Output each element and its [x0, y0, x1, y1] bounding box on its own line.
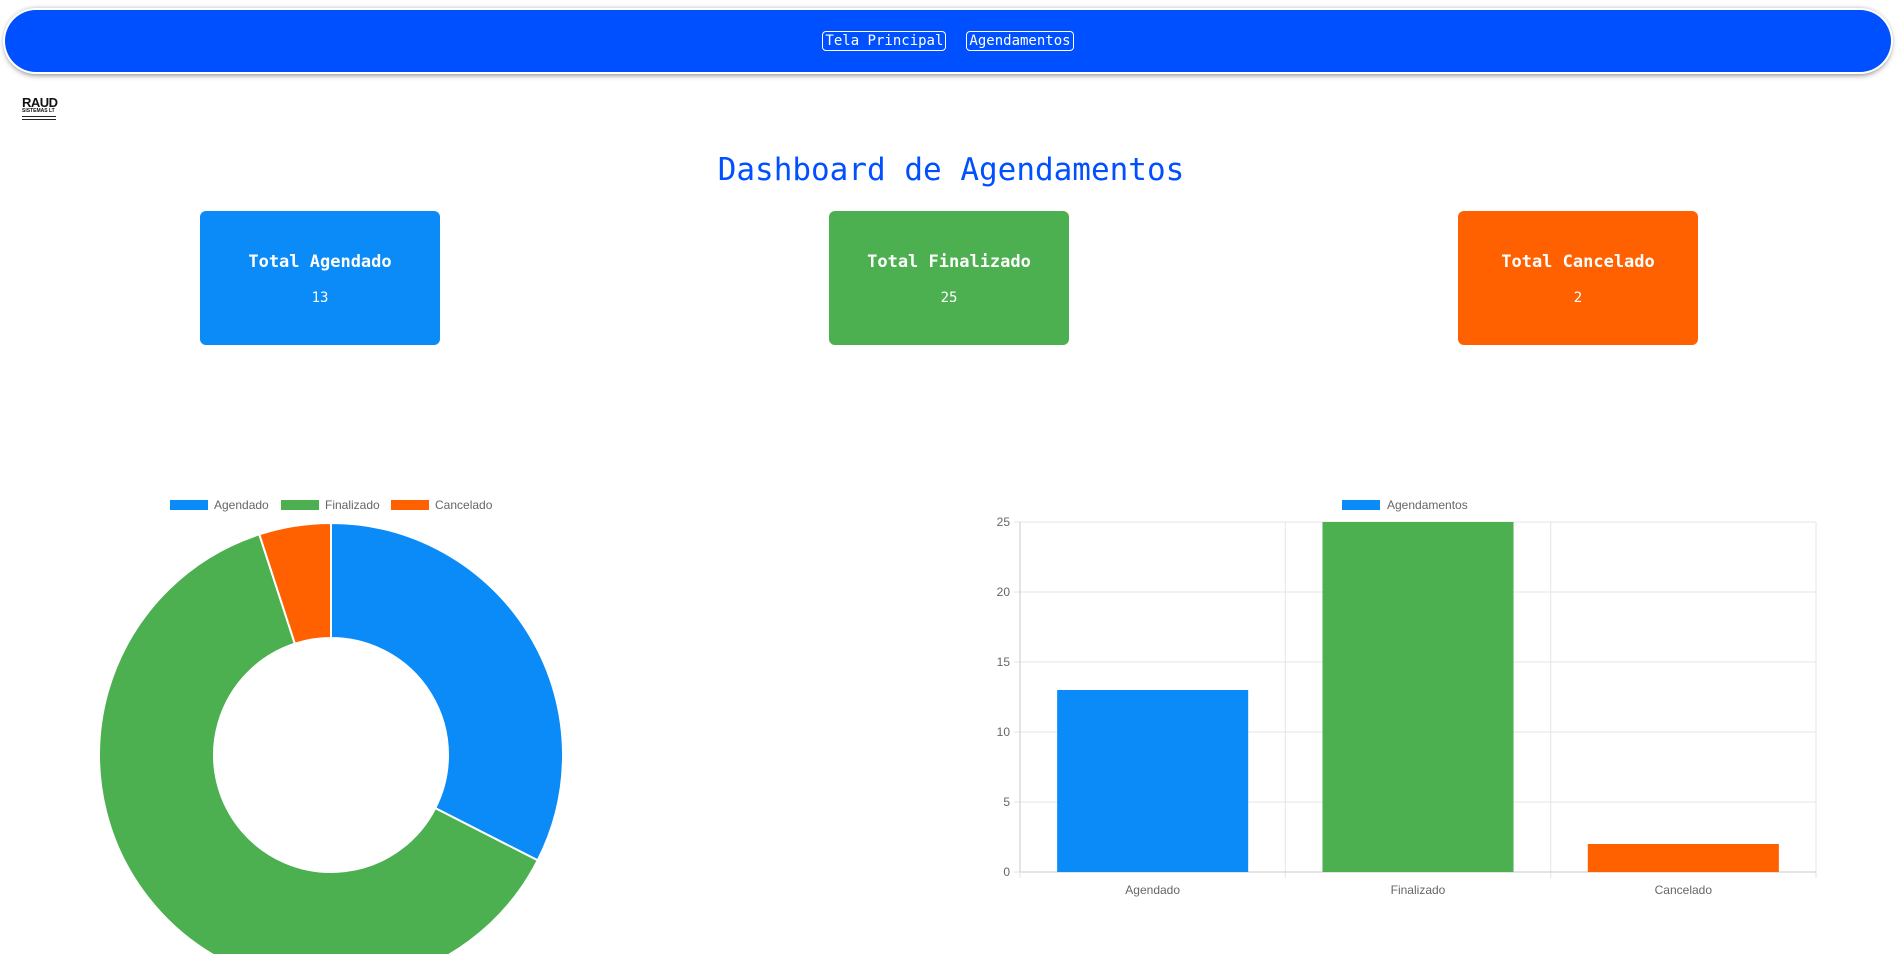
doughnut-slice-agendado[interactable] — [330, 521, 564, 862]
legend-label-finalizado: Finalizado — [325, 498, 380, 512]
bar-agendado[interactable] — [1057, 690, 1249, 872]
x-tick-label: Agendado — [1125, 883, 1180, 897]
legend-swatch-agendamentos[interactable] — [1342, 500, 1380, 510]
y-tick-label: 10 — [997, 725, 1011, 739]
y-tick-label: 0 — [1003, 865, 1010, 879]
legend-label-agendado: Agendado — [214, 498, 269, 512]
legend-swatch-finalizado[interactable] — [281, 500, 319, 510]
legend-label-agendamentos: Agendamentos — [1387, 498, 1468, 512]
charts-canvas: Agendado Finalizado Cancelado 0 5 10 15 20 25 Ag… — [98, 498, 1817, 954]
x-tick-label: Cancelado — [1655, 883, 1713, 897]
bar-cancelado[interactable] — [1587, 844, 1779, 872]
y-tick-label: 20 — [997, 585, 1011, 599]
doughnut-chart: Agendado Finalizado Cancelado — [98, 498, 564, 954]
y-tick-label: 25 — [997, 515, 1011, 529]
y-tick-label: 15 — [997, 655, 1011, 669]
x-tick-label: Finalizado — [1391, 883, 1446, 897]
bar-finalizado[interactable] — [1322, 522, 1514, 872]
legend-swatch-agendado[interactable] — [170, 500, 208, 510]
legend-swatch-cancelado[interactable] — [391, 500, 429, 510]
bar-chart: 0 5 10 15 20 25 Agendado Finalizado Cancelado Age… — [997, 498, 1817, 897]
y-tick-label: 5 — [1003, 795, 1010, 809]
legend-label-cancelado: Cancelado — [435, 498, 493, 512]
